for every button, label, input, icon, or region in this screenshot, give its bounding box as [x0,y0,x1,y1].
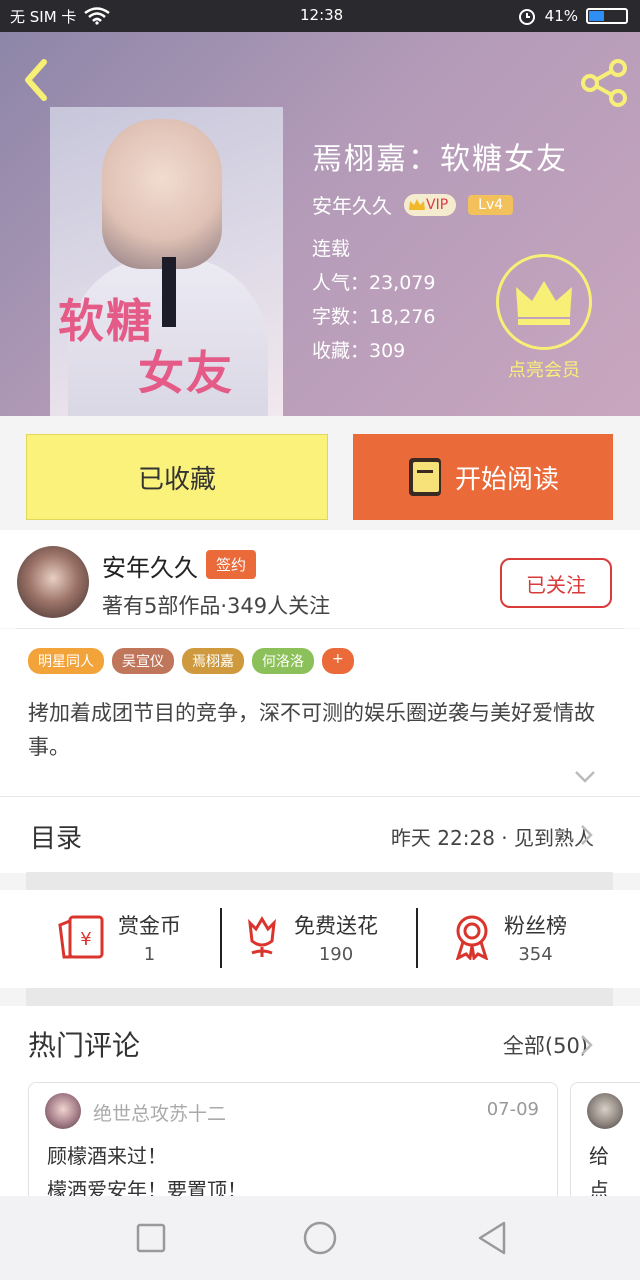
fan-ranking-text: 粉丝榜 354 [504,910,567,965]
cover-title-line1: 软糖 [58,294,154,348]
author-avatar[interactable] [17,546,89,618]
commenter-avatar[interactable] [587,1093,623,1129]
start-reading-button[interactable]: 开始阅读 [353,434,613,520]
tag-item[interactable]: 焉栩嘉 [182,648,244,674]
collected-button[interactable]: 已收藏 [26,434,328,520]
word-count: 字数：18,276 [312,306,436,328]
status-bar: 无 SIM 卡 12:38 41% [0,0,640,32]
comments-title: 热门评论 [28,1029,141,1062]
cover-title: 软糖 女友 [58,295,234,399]
section-gap [26,872,613,890]
back-icon[interactable] [16,54,56,106]
tag-item[interactable]: 吴宣仪 [112,648,174,674]
fan-ranking-stat[interactable]: 粉丝榜 354 [452,900,567,974]
popularity: 人气：23,079 [312,272,436,294]
red-envelope-icon: ¥ [58,915,104,959]
cover-title-line2: 女友 [138,346,234,400]
tag-item[interactable]: 何洛洛 [252,648,314,674]
fan-ranking-label: 粉丝榜 [504,913,567,938]
ribbon-medal-icon [455,915,489,960]
chevron-right-icon [581,825,593,845]
tag-more-button[interactable]: + [322,648,354,674]
free-flower-label: 免费送花 [294,913,378,938]
back-nav-icon[interactable] [472,1218,512,1258]
reward-coins-text: 赏金币 1 [118,910,181,965]
book-description: 拷加着成团节目的竞争，深不可测的娱乐圈逆袭与美好爱情故事。 [28,701,595,759]
comment-text: 顾檬酒来过！ 檬酒爱安年！要置顶！ [47,1139,247,1201]
book-hero: 软糖 女友 焉栩嘉：软糖女友 安年久久 VIP Lv4 连载 人气：23,079… [0,32,640,416]
follow-button[interactable]: 已关注 [500,558,612,608]
free-flower-text: 免费送花 190 [294,910,378,965]
reward-coins-stat[interactable]: ¥ 赏金币 1 [56,900,181,974]
start-reading-label: 开始阅读 [454,464,559,495]
book-icon [408,458,441,496]
serial-status: 连载 [312,238,351,260]
collected-label: 已收藏 [137,464,216,495]
hero-author-row: 安年久久 VIP Lv4 [312,190,514,219]
comment-line: 给 [589,1144,609,1168]
reward-coins-label: 赏金币 [118,913,181,938]
divider [416,908,418,968]
comment-card[interactable]: 给 点 [570,1082,640,1202]
comment-card[interactable]: 绝世总攻苏十二 07-09 顾檬酒来过！ 檬酒爱安年！要置顶！ [28,1082,558,1202]
favorites-count: 收藏：309 [312,340,406,362]
vip-crown-icon [409,198,425,210]
free-flower-value: 190 [318,943,354,965]
section-gap [26,988,613,1006]
toc-label: 目录 [30,824,83,854]
signed-badge: 签约 [206,550,257,579]
vip-label: VIP [426,196,449,213]
chevron-right-icon [581,1035,593,1055]
member-button[interactable]: 点亮会员 [494,254,594,414]
flower-icon [248,916,276,957]
home-icon[interactable] [300,1218,340,1258]
free-flower-stat[interactable]: 免费送花 190 [242,900,378,974]
author-stats: 著有5部作品·349人关注 [102,594,331,618]
recent-apps-icon[interactable] [131,1218,171,1258]
all-comments-link[interactable]: 全部(50) [503,1030,588,1060]
follow-label: 已关注 [526,572,586,597]
hero-author-name[interactable]: 安年久久 [312,190,392,219]
book-title: 焉栩嘉：软糖女友 [312,142,568,177]
commenter-avatar[interactable] [45,1093,81,1129]
alarm-icon [518,9,535,25]
comment-date: 07-09 [486,1099,539,1120]
latest-chapter: 昨天 22:28 · 见到熟人 [390,826,594,850]
comment-text: 给 点 [589,1139,609,1201]
battery-fill [589,11,604,21]
status-right: 41% [517,6,628,26]
vip-badge: VIP [404,193,457,216]
svg-text:¥: ¥ [80,929,91,950]
member-label: 点亮会员 [508,360,580,381]
battery-percent: 41% [544,7,578,25]
tag-list: 明星同人 吴宣仪 焉栩嘉 何洛洛 + [28,648,354,674]
chevron-down-icon[interactable] [574,770,596,784]
comment-line: 顾檬酒来过！ [47,1144,167,1168]
clock: 12:38 [300,6,344,24]
tag-item[interactable]: 明星同人 [28,648,104,674]
crown-icon [516,281,572,325]
author-name[interactable]: 安年久久 [102,548,198,583]
reward-coins-value: 1 [143,943,156,965]
member-circle [496,254,592,350]
divider [220,908,222,968]
wifi-icon [84,7,110,25]
commenter-name[interactable]: 绝世总攻苏十二 [93,1099,226,1126]
cover-figure-face [102,119,222,269]
share-icon[interactable] [578,56,632,110]
book-cover[interactable]: 软糖 女友 [50,107,283,416]
level-badge: Lv4 [468,194,514,215]
fan-ranking-value: 354 [518,943,553,965]
battery-icon [586,8,628,24]
sim-status: 无 SIM 卡 [10,8,77,26]
